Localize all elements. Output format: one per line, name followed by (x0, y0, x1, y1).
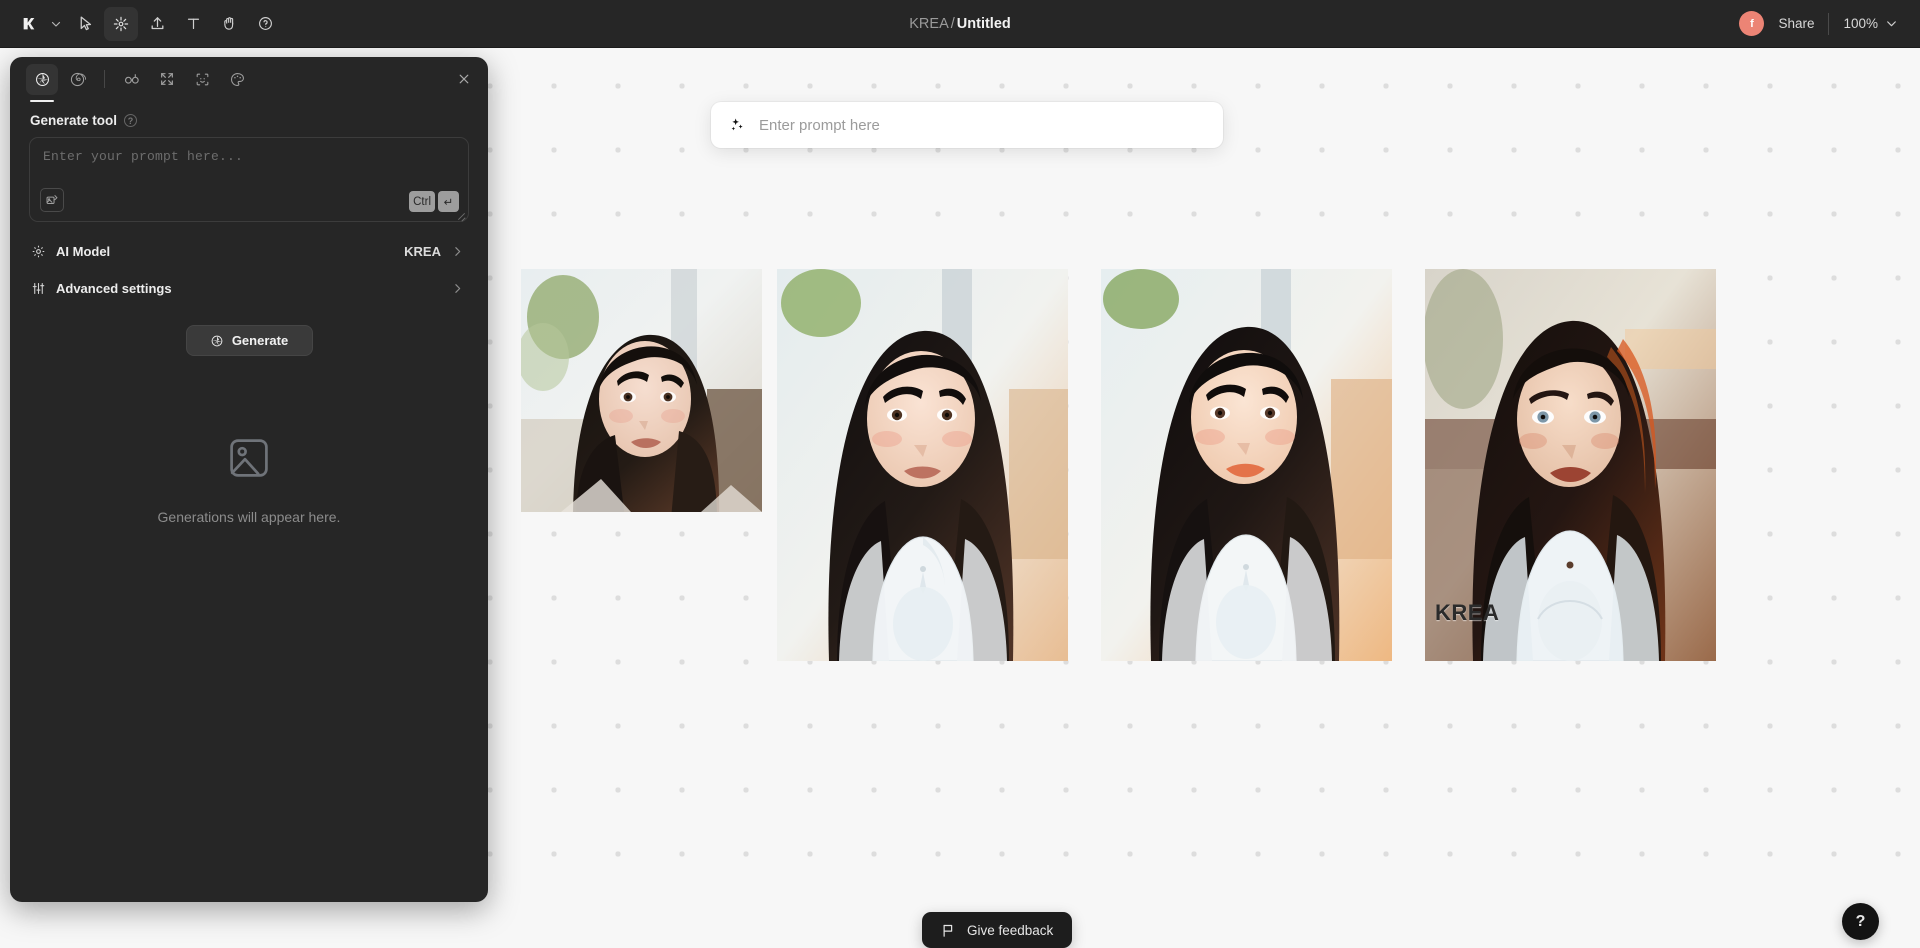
tool-text[interactable] (176, 7, 210, 41)
generations-empty-state: Generations will appear here. (10, 434, 488, 525)
help-circle-icon[interactable]: ? (124, 114, 138, 127)
question-mark-icon: ? (1855, 912, 1866, 930)
setting-row-advanced-settings[interactable]: Advanced settings (29, 272, 469, 304)
sparkles-icon (728, 116, 746, 134)
panel-tab-style[interactable] (221, 64, 253, 95)
panel-title-row: Generate tool ? (10, 101, 488, 137)
share-button[interactable]: Share (1778, 16, 1814, 31)
setting-label-ai-model: AI Model (56, 243, 111, 259)
floating-prompt-input[interactable]: Enter prompt here (711, 102, 1223, 148)
gear-icon (31, 244, 46, 259)
tool-hand-pan[interactable] (212, 7, 246, 41)
document-title-area: KREA / Untitled (0, 0, 1920, 48)
portrait-artwork (777, 269, 1068, 661)
prompt-textarea[interactable]: Enter your prompt here... Ctrl ↵ (29, 137, 469, 222)
floating-prompt-placeholder: Enter prompt here (759, 116, 880, 134)
chevron-right-icon (451, 245, 464, 258)
resize-handle[interactable] (456, 210, 466, 220)
zoom-control[interactable]: 100% (1843, 16, 1898, 31)
panel-tab-realtime[interactable] (116, 64, 148, 95)
kbd-ctrl: Ctrl (409, 191, 435, 212)
generate-tool-panel: Generate tool ? Enter your prompt here..… (10, 57, 488, 902)
prompt-placeholder: Enter your prompt here... (43, 149, 244, 164)
avatar[interactable]: f (1739, 11, 1765, 36)
tool-upload[interactable] (140, 7, 174, 41)
close-icon[interactable] (450, 65, 478, 93)
setting-label-advanced-settings: Advanced settings (56, 280, 172, 296)
breadcrumb-separator: / (950, 16, 955, 32)
generated-image-4[interactable]: KREA (1425, 269, 1716, 661)
submit-shortcut-hint: Ctrl ↵ (409, 191, 459, 212)
tool-help[interactable] (248, 7, 282, 41)
panel-tab-upscale[interactable] (151, 64, 183, 95)
tool-generate[interactable] (104, 6, 138, 41)
setting-value-ai-model: KREA (404, 243, 441, 259)
aperture-icon (210, 334, 224, 348)
chevron-down-icon (1885, 17, 1898, 30)
toolbar-divider (1828, 12, 1830, 35)
give-feedback-button[interactable]: Give feedback (922, 912, 1073, 948)
panel-tab-faceswap[interactable] (186, 64, 218, 95)
generated-image-2[interactable] (777, 269, 1068, 661)
breadcrumb-project: KREA (909, 16, 949, 32)
generated-image-1[interactable] (521, 269, 762, 512)
panel-tab-generate[interactable] (26, 63, 58, 102)
toolbar-right-group: f Share 100% (1739, 0, 1920, 48)
add-image-icon[interactable] (40, 188, 64, 212)
portrait-artwork (521, 269, 762, 512)
krea-watermark: KREA (1435, 600, 1500, 625)
breadcrumb-document: Untitled (956, 16, 1011, 32)
chevron-right-icon (451, 282, 464, 295)
flag-icon (941, 923, 956, 938)
setting-row-ai-model[interactable]: AI Model KREA (29, 235, 469, 267)
empty-state-text: Generations will appear here. (157, 509, 341, 525)
help-floating-button[interactable]: ? (1842, 903, 1879, 940)
portrait-artwork (1101, 269, 1392, 661)
avatar-initial: f (1750, 17, 1754, 30)
generated-image-3[interactable] (1101, 269, 1392, 661)
generate-button-label: Generate (231, 333, 289, 348)
toolbar-left-group (0, 6, 282, 41)
panel-tab-divider (104, 70, 105, 88)
krea-logo-icon[interactable] (14, 7, 44, 41)
tool-select-cursor[interactable] (68, 7, 102, 41)
zoom-level-label: 100% (1843, 16, 1878, 31)
image-placeholder-icon (225, 434, 273, 487)
kbd-enter: ↵ (438, 191, 459, 212)
panel-tab-strip (10, 57, 488, 102)
sliders-icon (31, 281, 46, 296)
generate-button[interactable]: Generate (185, 325, 313, 356)
page-title: Generate tool (30, 113, 118, 128)
top-toolbar: KREA / Untitled f Share 100% (0, 0, 1920, 48)
chevron-down-icon[interactable] (46, 7, 66, 41)
breadcrumb[interactable]: KREA / Untitled (909, 16, 1011, 32)
panel-tab-enhance[interactable] (61, 64, 93, 95)
give-feedback-label: Give feedback (967, 922, 1054, 938)
